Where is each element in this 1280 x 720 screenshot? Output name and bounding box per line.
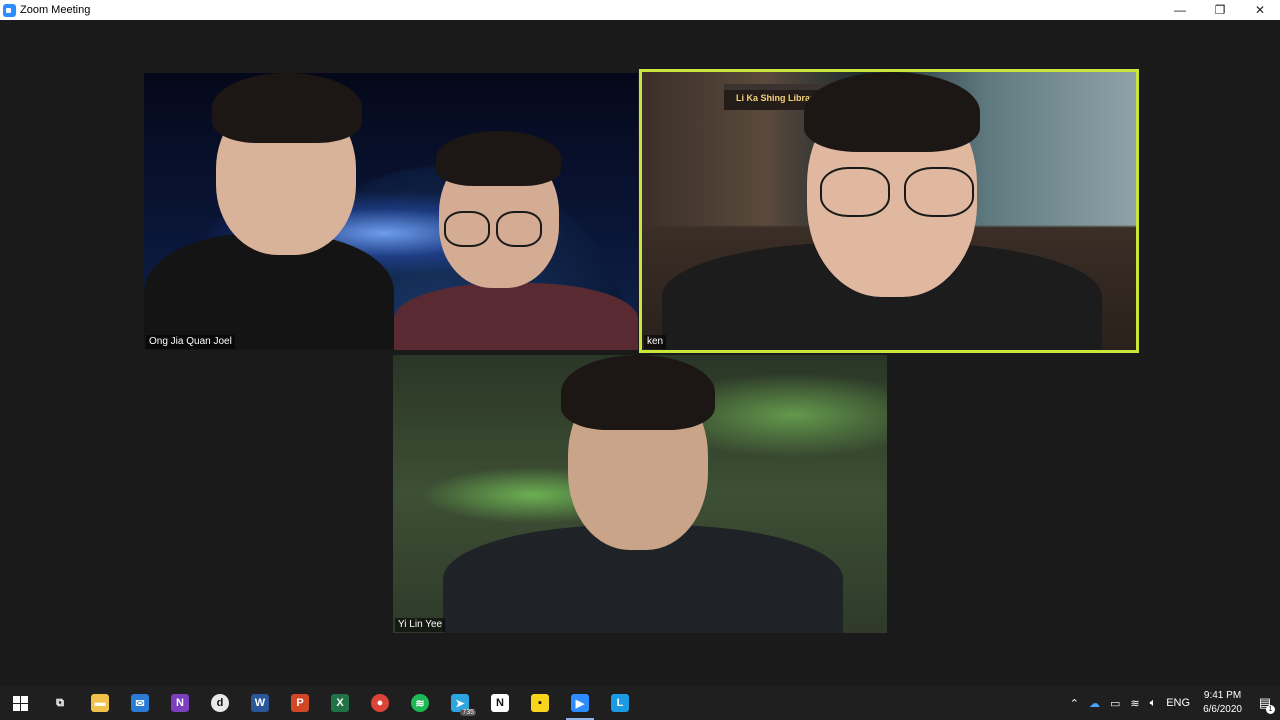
app-d-icon: d <box>211 694 229 712</box>
volume-icon[interactable]: 🔈︎ <box>1150 697 1157 710</box>
clock-time: 9:41 PM <box>1203 690 1242 701</box>
taskbar-pinned-apps: ⧉ ▬ ✉ Nd W P X ● ≋ ➤ 735 N ▪ ▶ L <box>40 686 640 720</box>
taskbar-app-spotify[interactable]: ≋ <box>400 686 440 720</box>
language-indicator[interactable]: ENG <box>1166 697 1190 709</box>
close-button[interactable]: ✕ <box>1240 0 1280 20</box>
windows-taskbar: ⧉ ▬ ✉ Nd W P X ● ≋ ➤ 735 N ▪ ▶ L ⌃ ☁ ▭ ≋ 🔈︎ ENG 9:41 P… <box>0 686 1280 720</box>
sticky-notes-icon: ▪ <box>531 694 549 712</box>
spotify-icon: ≋ <box>411 694 429 712</box>
unread-badge: 735 <box>460 709 476 716</box>
task-view-icon: ⧉ <box>56 696 64 709</box>
taskbar-app-app-l[interactable]: L <box>600 686 640 720</box>
taskbar-app-file-explorer[interactable]: ▬ <box>80 686 120 720</box>
video-tile-ken[interactable]: Li Ka Shing Library ken <box>639 69 1139 353</box>
taskbar-app-onenote[interactable]: N <box>160 686 200 720</box>
battery-icon[interactable]: ▭ <box>1110 697 1120 710</box>
mail-icon: ✉ <box>131 694 149 712</box>
video-tile-ong-jia-quan-joel[interactable]: Ong Jia Quan Joel <box>144 73 638 350</box>
notification-count: 1 <box>1266 705 1275 714</box>
chrome-icon: ● <box>371 694 389 712</box>
taskbar-app-app-d[interactable]: d <box>200 686 240 720</box>
participant-name-label: ken <box>644 335 667 349</box>
start-button[interactable] <box>0 686 40 720</box>
taskbar-app-word[interactable]: W <box>240 686 280 720</box>
taskbar-app-sticky-notes[interactable]: ▪ <box>520 686 560 720</box>
minimize-button[interactable]: — <box>1160 0 1200 20</box>
title-bar: Zoom Meeting — ❐ ✕ <box>0 0 1280 20</box>
taskbar-app-notion[interactable]: N <box>480 686 520 720</box>
windows-logo-icon <box>12 695 28 711</box>
taskbar-app-chrome[interactable]: ● <box>360 686 400 720</box>
notion-icon: N <box>491 694 509 712</box>
taskbar-app-telegram[interactable]: ➤ 735 <box>440 686 480 720</box>
taskbar-app-excel[interactable]: X <box>320 686 360 720</box>
meeting-gallery: Ong Jia Quan Joel Li Ka Shing Library ke… <box>0 20 1280 686</box>
window-controls: — ❐ ✕ <box>1160 0 1280 20</box>
participant-video-person <box>642 72 1136 350</box>
system-tray: ⌃ ☁ ▭ ≋ 🔈︎ ENG 9:41 PM 6/6/2020 ▤ 1 <box>1065 686 1280 720</box>
excel-icon: X <box>331 694 349 712</box>
chevron-up-icon[interactable]: ⌃ <box>1070 697 1079 710</box>
taskbar-app-powerpoint[interactable]: P <box>280 686 320 720</box>
wifi-icon[interactable]: ≋ <box>1130 697 1139 710</box>
taskbar-app-mail[interactable]: ✉ <box>120 686 160 720</box>
participant-video-person <box>393 355 887 633</box>
onedrive-cloud-icon[interactable]: ☁ <box>1089 697 1100 710</box>
participant-name-label: Ong Jia Quan Joel <box>146 335 235 349</box>
video-tile-yi-lin-yee[interactable]: Yi Lin Yee <box>393 355 887 633</box>
app-l-icon: L <box>611 694 629 712</box>
zoom-app-icon <box>3 3 16 17</box>
taskbar-app-task-view[interactable]: ⧉ <box>40 686 80 720</box>
onenote-icon: N <box>171 694 189 712</box>
participant-video-person <box>144 73 638 350</box>
file-explorer-icon: ▬ <box>91 694 109 712</box>
taskbar-app-zoom[interactable]: ▶ <box>560 686 600 720</box>
powerpoint-icon: P <box>291 694 309 712</box>
word-icon: W <box>251 694 269 712</box>
action-center-button[interactable]: ▤ 1 <box>1250 686 1280 720</box>
clock-date: 6/6/2020 <box>1203 704 1242 715</box>
zoom-icon: ▶ <box>571 694 589 712</box>
participant-name-label: Yi Lin Yee <box>395 618 446 632</box>
window-title: Zoom Meeting <box>20 4 91 16</box>
restore-button[interactable]: ❐ <box>1200 0 1240 20</box>
clock[interactable]: 9:41 PM 6/6/2020 <box>1203 689 1242 717</box>
